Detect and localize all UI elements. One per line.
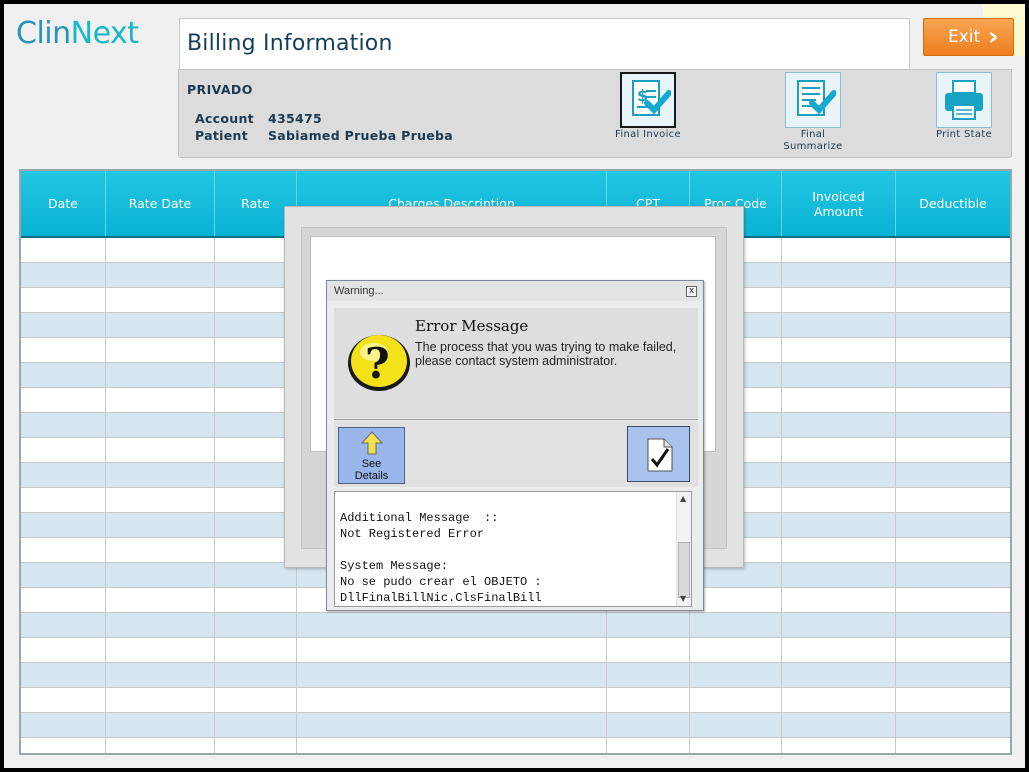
warning-body: ? Error Message The process that you was…: [334, 308, 698, 418]
warning-dialog: Warning... x ? Error Message The process…: [326, 280, 704, 611]
patient-label: Patient: [195, 128, 248, 143]
question-icon: ?: [346, 330, 412, 396]
svg-text:?: ?: [365, 339, 390, 388]
col-header-invoiced-amount[interactable]: Invoiced Amount: [782, 171, 896, 236]
col-divider: [214, 238, 215, 753]
see-details-line2: Details: [354, 470, 389, 482]
message-scrollbar[interactable]: ▲ ▼: [676, 492, 691, 606]
page-title: Billing Information: [187, 31, 393, 56]
col-divider: [895, 238, 896, 753]
col-divider: [105, 238, 106, 753]
chevron-right-icon: ›: [988, 22, 999, 52]
final-summarize-label: Final Summarize: [773, 129, 853, 153]
print-state-label: Print State: [936, 129, 992, 140]
exit-label: Exit: [948, 27, 981, 47]
warning-title: Warning...: [334, 285, 384, 297]
invoice-check-icon: $: [620, 72, 676, 128]
final-invoice-button[interactable]: $ Final Invoice: [608, 72, 688, 141]
close-icon[interactable]: x: [686, 286, 697, 297]
patient-info-panel: PRIVADO Account 435475 Patient Sabiamed …: [178, 69, 1012, 158]
page-title-box: Billing Information: [179, 18, 910, 70]
final-summarize-button[interactable]: Final Summarize: [773, 72, 853, 153]
error-text: The process that you was trying to make …: [415, 340, 677, 368]
payer-name: PRIVADO: [187, 82, 253, 97]
table-row[interactable]: [21, 638, 1010, 663]
col-divider: [781, 238, 782, 753]
document-check-icon: [647, 438, 673, 472]
clinnext-logo: ClinNext: [16, 16, 139, 51]
table-row[interactable]: [21, 688, 1010, 713]
table-row[interactable]: [21, 713, 1010, 738]
table-row[interactable]: [21, 738, 1010, 753]
account-label: Account: [195, 111, 254, 126]
error-title: Error Message: [415, 317, 529, 335]
final-invoice-label: Final Invoice: [615, 129, 681, 140]
billing-window: ClinNext Billing Information Exit › PRIV…: [4, 4, 1025, 768]
see-details-line1: See: [361, 458, 382, 470]
final-summarize-line2: Summarize: [783, 141, 843, 152]
printer-icon: [936, 72, 992, 128]
arrow-up-icon: [361, 431, 383, 455]
scroll-up-icon[interactable]: ▲: [680, 494, 686, 503]
final-summarize-line1: Final: [800, 129, 826, 140]
ok-button[interactable]: [627, 426, 690, 482]
col-header-rate-date[interactable]: Rate Date: [106, 171, 215, 236]
col-header-date[interactable]: Date: [21, 171, 106, 236]
logo-next: Next: [70, 16, 139, 51]
scroll-thumb[interactable]: [678, 542, 690, 598]
warning-titlebar: Warning... x: [327, 281, 703, 301]
summary-check-icon: [785, 72, 841, 128]
scroll-down-icon[interactable]: ▼: [680, 594, 686, 603]
divider: [334, 419, 698, 420]
logo-clin: Clin: [16, 16, 71, 51]
print-state-button[interactable]: Print State: [924, 72, 1004, 141]
table-row[interactable]: [21, 613, 1010, 638]
see-details-label: See Details: [339, 458, 404, 482]
additional-message-text: Additional Message :: Not Registered Err…: [340, 511, 542, 605]
warning-button-bar: See Details: [334, 421, 698, 487]
account-value: 435475: [268, 111, 322, 126]
exit-button[interactable]: Exit ›: [923, 18, 1014, 56]
additional-message-box[interactable]: Additional Message :: Not Registered Err…: [334, 491, 692, 607]
col-header-deductible[interactable]: Deductible: [896, 171, 1010, 236]
patient-value: Sabiamed Prueba Prueba: [268, 128, 454, 143]
table-row[interactable]: [21, 663, 1010, 688]
see-details-button[interactable]: See Details: [338, 427, 405, 484]
